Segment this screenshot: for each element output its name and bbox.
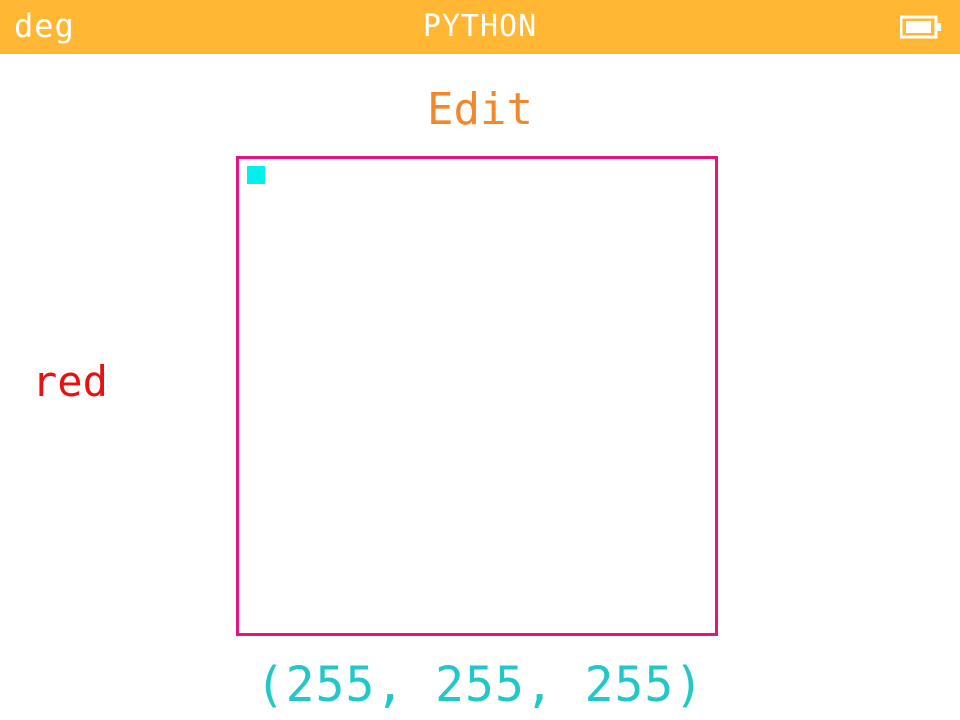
mode-title: Edit xyxy=(427,84,533,135)
cursor-pixel[interactable] xyxy=(247,166,265,184)
drawing-canvas[interactable] xyxy=(236,156,718,636)
status-bar: deg PYTHON xyxy=(0,0,960,54)
app-title: PYTHON xyxy=(422,9,538,44)
battery-icon xyxy=(900,14,942,40)
rgb-value-readout: (255, 255, 255) xyxy=(255,657,705,713)
channel-label: red xyxy=(32,357,108,406)
